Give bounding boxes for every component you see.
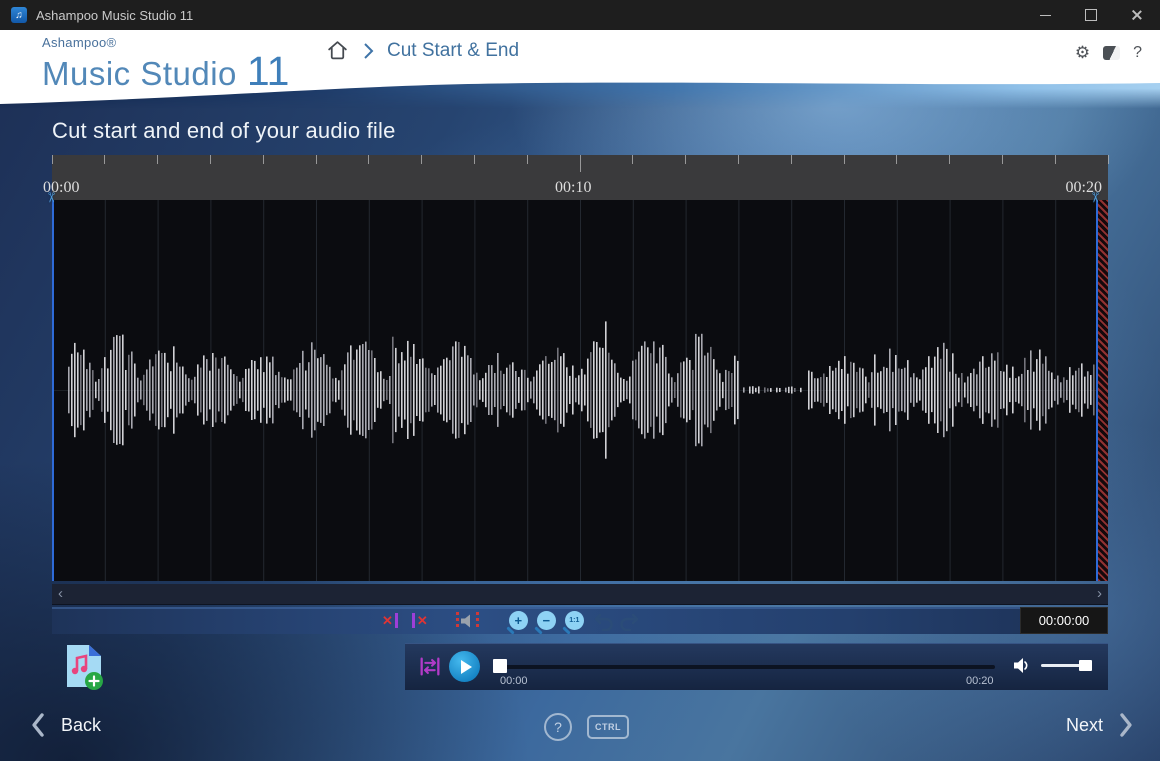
waveform-scrollbar[interactable]: ‹ ›	[52, 584, 1108, 605]
cut-end-marker[interactable]	[1096, 200, 1098, 581]
maximize-icon	[1085, 9, 1097, 21]
ruler-mid-label: 00:10	[555, 179, 591, 197]
marker-bar-icon	[412, 613, 415, 628]
next-label: Next	[1066, 715, 1103, 736]
minimize-icon	[1040, 15, 1051, 16]
add-audio-file-button[interactable]	[64, 643, 106, 691]
cut-end-scissors-icon[interactable]: ✂	[1086, 192, 1103, 204]
total-time-label: 00:20	[966, 675, 994, 687]
cut-start-marker[interactable]	[52, 200, 54, 581]
ctrl-key-icon[interactable]: CTRL	[587, 715, 629, 739]
back-label: Back	[61, 715, 101, 736]
zoom-in-button[interactable]: +	[509, 611, 528, 630]
maximize-button[interactable]	[1068, 0, 1114, 30]
shortcut-hints: ? CTRL	[544, 713, 629, 741]
redo-icon[interactable]	[618, 611, 640, 631]
progress-track[interactable]	[500, 665, 995, 669]
editor-stage: Cut start and end of your audio file 00:…	[0, 30, 1160, 761]
selection-edge-icon	[476, 612, 479, 630]
marker-bar-icon	[395, 613, 398, 628]
back-button[interactable]: Back	[30, 712, 101, 738]
close-icon	[1131, 9, 1143, 21]
cut-x-icon: ✕	[417, 614, 428, 627]
close-button[interactable]	[1114, 0, 1160, 30]
window-controls	[1022, 0, 1160, 30]
volume-speaker-icon[interactable]	[1013, 656, 1032, 675]
next-button[interactable]: Next	[1066, 712, 1134, 738]
minimize-button[interactable]	[1022, 0, 1068, 30]
zoom-out-button[interactable]: −	[537, 611, 556, 630]
cut-x-icon: ✕	[382, 614, 393, 627]
cut-end-excluded-region	[1098, 200, 1108, 581]
chevron-right-icon	[1118, 712, 1134, 738]
volume-handle[interactable]	[1079, 660, 1092, 671]
selection-edge-icon	[456, 612, 459, 630]
cursor-time-display: 00:00:00	[1020, 607, 1108, 634]
zoom-reset-button[interactable]: 1:1	[565, 611, 584, 630]
chevron-left-icon	[30, 712, 46, 738]
waveform-panel[interactable]	[52, 200, 1108, 581]
titlebar: ♫ Ashampoo Music Studio 11	[0, 0, 1160, 30]
remove-selection-button[interactable]	[454, 612, 481, 630]
play-icon	[461, 660, 472, 674]
elapsed-time-label: 00:00	[500, 675, 528, 687]
waveform-graph	[52, 200, 1108, 581]
progress-handle[interactable]	[493, 659, 507, 673]
scroll-right-icon[interactable]: ›	[1091, 585, 1108, 603]
edit-toolbar: ✕ ✕ + − 1:1	[52, 607, 1108, 634]
scroll-left-icon[interactable]: ‹	[52, 585, 69, 603]
play-button[interactable]	[449, 651, 480, 682]
cut-after-marker-button[interactable]: ✕	[410, 613, 428, 628]
app-icon: ♫	[11, 7, 27, 23]
undo-icon[interactable]	[593, 611, 615, 631]
app-window: ♫ Ashampoo Music Studio 11 Ashampoo® Mus…	[0, 0, 1160, 761]
page-title: Cut start and end of your audio file	[52, 118, 396, 144]
loop-icon[interactable]	[417, 654, 443, 679]
window-title: Ashampoo Music Studio 11	[36, 8, 193, 23]
cut-start-scissors-icon[interactable]: ✂	[42, 192, 59, 204]
time-ruler[interactable]: 00:00 00:10 00:20 ✂ ✂	[52, 155, 1108, 200]
speaker-muted-icon	[461, 614, 474, 628]
player-bar: 00:00 00:20	[405, 643, 1108, 690]
cut-before-marker-button[interactable]: ✕	[382, 613, 400, 628]
help-circle-icon[interactable]: ?	[544, 713, 572, 741]
